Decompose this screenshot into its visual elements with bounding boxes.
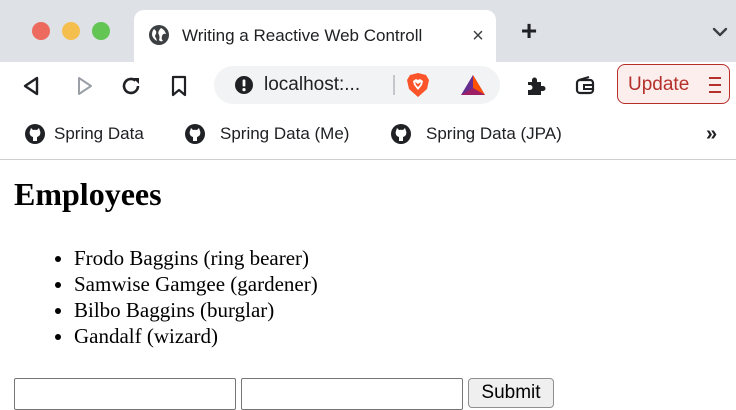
brave-rewards-icon[interactable] xyxy=(460,74,486,96)
github-icon xyxy=(391,124,411,144)
address-bar[interactable]: localhost:... xyxy=(214,66,500,104)
minimize-window-button[interactable] xyxy=(62,22,80,40)
list-item: Bilbo Baggins (burglar) xyxy=(74,297,318,323)
zoom-window-button[interactable] xyxy=(92,22,110,40)
more-bookmarks-button[interactable]: » xyxy=(706,122,726,146)
list-item: Samwise Gamgee (gardener) xyxy=(74,271,318,297)
new-tab-button[interactable]: + xyxy=(516,17,542,45)
list-item: Frodo Baggins (ring bearer) xyxy=(74,245,318,271)
globe-icon xyxy=(149,25,169,45)
bookmarks-bar: Spring Data Spring Data (Me) Spring Data… xyxy=(0,110,736,160)
active-tab[interactable]: Writing a Reactive Web Controll × xyxy=(134,10,496,62)
bookmark-spring-data-me[interactable]: Spring Data (Me) xyxy=(184,122,370,146)
github-icon xyxy=(25,124,45,144)
tab-title: Writing a Reactive Web Controll xyxy=(182,26,423,45)
reload-icon[interactable] xyxy=(120,74,142,98)
role-input[interactable] xyxy=(241,378,463,410)
page-content: Employees Frodo Baggins (ring bearer) Sa… xyxy=(0,161,736,410)
bookmark-icon[interactable] xyxy=(168,74,190,98)
employee-list: Frodo Baggins (ring bearer) Samwise Gamg… xyxy=(0,245,318,349)
page-title: Employees xyxy=(14,176,162,212)
browser-toolbar: localhost:... Update xyxy=(0,62,736,110)
address-bar-divider xyxy=(393,75,395,95)
menu-icon xyxy=(709,77,721,93)
bookmark-spring-data[interactable]: Spring Data xyxy=(24,122,164,146)
close-window-button[interactable] xyxy=(32,22,50,40)
forward-icon[interactable] xyxy=(74,74,96,98)
name-input[interactable] xyxy=(14,378,236,410)
brave-shields-icon[interactable] xyxy=(406,72,430,98)
tab-strip: Writing a Reactive Web Controll × + xyxy=(0,0,736,62)
bookmark-label: Spring Data (Me) xyxy=(220,124,350,143)
extensions-puzzle-icon[interactable] xyxy=(524,74,546,98)
update-button[interactable]: Update xyxy=(617,64,730,104)
submit-button[interactable]: Submit xyxy=(468,378,554,408)
url-text[interactable]: localhost:... xyxy=(264,73,414,97)
bookmark-label: Spring Data xyxy=(54,124,144,143)
tab-close-button[interactable]: × xyxy=(468,24,488,48)
employee-form: Submit xyxy=(14,378,574,410)
wallet-icon[interactable] xyxy=(574,74,596,98)
update-label: Update xyxy=(628,74,690,95)
back-icon[interactable] xyxy=(20,74,42,98)
list-item: Gandalf (wizard) xyxy=(74,323,318,349)
github-icon xyxy=(185,124,205,144)
bookmark-label: Spring Data (JPA) xyxy=(426,124,562,143)
chevron-down-icon[interactable] xyxy=(712,26,728,38)
bookmark-spring-data-jpa[interactable]: Spring Data (JPA) xyxy=(390,122,590,146)
site-info-icon[interactable] xyxy=(234,75,254,95)
tab-title-fade xyxy=(424,22,460,50)
